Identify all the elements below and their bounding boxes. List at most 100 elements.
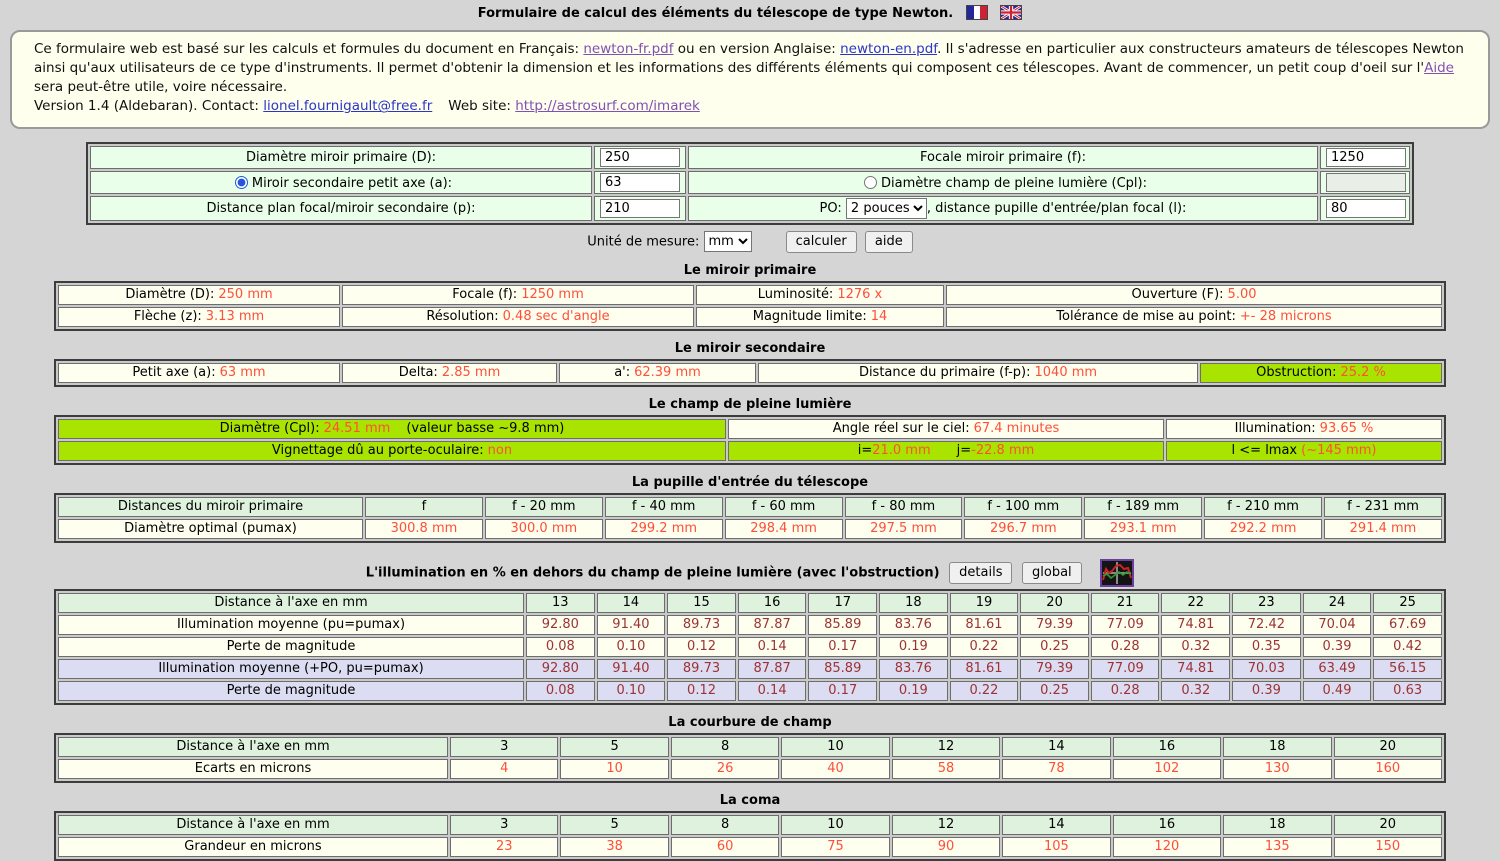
- value-cell: 293.1 mm: [1084, 518, 1203, 539]
- distance-plan-focal-input[interactable]: [600, 198, 680, 218]
- header-cell: 17: [808, 592, 878, 613]
- coma-heading: La coma: [719, 792, 781, 808]
- aide-button[interactable]: aide: [864, 230, 913, 253]
- champ-row-1: Diamètre (Cpl): 24.51 mm (valeur basse ~9.…: [58, 418, 1442, 439]
- newton-en-pdf-link[interactable]: newton-en.pdf: [840, 41, 937, 57]
- value-cell: 56.15: [1373, 658, 1442, 679]
- value-cell: 60: [670, 836, 780, 857]
- form-row-1: Diamètre miroir primaire (D): Focale mir…: [90, 145, 1410, 169]
- cell-value: 3.13 mm: [205, 309, 265, 325]
- value-cell: 160: [1333, 758, 1442, 779]
- header-cell: 20: [1333, 736, 1442, 757]
- header-cell: 16: [1112, 736, 1222, 757]
- contact-email-link[interactable]: lionel.fournigault@free.fr: [263, 98, 432, 114]
- illumination-graph-icon[interactable]: [1100, 558, 1135, 587]
- header-cell: 10: [781, 736, 890, 757]
- value-cell: 0.32: [1161, 680, 1231, 701]
- value-cell: 0.22: [949, 680, 1019, 701]
- uk-flag-icon: [1000, 4, 1022, 21]
- secondaire-table: Petit axe (a): 63 mm Delta: 2.85 mm a': 62.…: [54, 358, 1446, 387]
- value-cell: 120: [1112, 836, 1222, 857]
- value-cell: 0.25: [1020, 636, 1089, 657]
- header-cell: f - 100 mm: [964, 496, 1083, 517]
- result-cell-cpl: Diamètre (Cpl): 24.51 mm (valeur basse ~9.…: [58, 418, 726, 439]
- cell-label: Magnitude limite:: [752, 309, 867, 325]
- cell-label: i=: [857, 443, 873, 459]
- cell-value: -22.8 mm: [971, 443, 1035, 459]
- aide-link[interactable]: Aide: [1424, 60, 1454, 76]
- secondaire-petit-axe-label: Miroir secondaire petit axe (a):: [90, 170, 592, 194]
- global-button[interactable]: global: [1022, 561, 1082, 584]
- intro-box: Ce formulaire web est basé sur les calcu…: [10, 30, 1490, 129]
- page-title: Formulaire de calcul des éléments du tél…: [0, 0, 1500, 21]
- focale-primaire-input[interactable]: [1326, 147, 1406, 167]
- cell-label: Focale (f):: [452, 287, 518, 303]
- value-cell: 74.81: [1161, 614, 1231, 635]
- header-cell: 18: [879, 592, 948, 613]
- cell-label: Angle réel sur le ciel:: [832, 421, 970, 437]
- result-cell-petit-axe: Petit axe (a): 63 mm: [58, 362, 340, 383]
- value-cell: 291.4 mm: [1324, 518, 1442, 539]
- value-cell: 92.80: [526, 614, 595, 635]
- value-cell: 70.03: [1232, 658, 1301, 679]
- value-cell: 26: [670, 758, 780, 779]
- calculer-button[interactable]: calculer: [785, 230, 857, 253]
- value-cell: 0.14: [737, 680, 807, 701]
- cell-label: Résolution:: [426, 309, 499, 325]
- value-cell: 0.35: [1232, 636, 1301, 657]
- header-cell: f - 60 mm: [724, 496, 843, 517]
- illumination-heading: L'illumination en % en dehors du champ d…: [0, 558, 1500, 587]
- header-cell: 3: [450, 736, 559, 757]
- header-cell: 18: [1223, 736, 1332, 757]
- value-cell: 91.40: [596, 614, 666, 635]
- distance-pupille-input[interactable]: [1326, 198, 1406, 218]
- result-cell-tolerance: Tolérance de mise au point: +- 28 microns: [946, 306, 1442, 327]
- coma-value-row: Grandeur en microns 23 38 60 75 90 105 120 135 1…: [58, 836, 1442, 857]
- petit-axe-radio[interactable]: [234, 176, 248, 190]
- petit-axe-input[interactable]: [600, 172, 680, 192]
- value-cell: 105: [1002, 836, 1111, 857]
- row-label: Distances du miroir primaire: [58, 496, 363, 517]
- header-cell: 15: [667, 592, 736, 613]
- diametre-primaire-input[interactable]: [600, 147, 680, 167]
- uk-flag-link[interactable]: [1000, 4, 1023, 21]
- value-cell: 102: [1112, 758, 1222, 779]
- champ-row-2: Vignettage dû au porte-oculaire: non i=21…: [58, 440, 1442, 461]
- cpl-input[interactable]: [1326, 172, 1406, 192]
- header-cell: 20: [1333, 814, 1442, 835]
- details-button[interactable]: details: [949, 561, 1013, 584]
- cell-label: Diamètre (D):: [125, 287, 215, 303]
- cell-label: Luminosité:: [757, 287, 834, 303]
- header-cell: f - 40 mm: [604, 496, 723, 517]
- result-cell-luminosite: Luminosité: 1276 x: [696, 284, 944, 305]
- unit-select[interactable]: mm: [703, 231, 752, 253]
- intro-text: Ce formulaire web est basé sur les calcu…: [34, 41, 584, 57]
- value-cell: 135: [1223, 836, 1332, 857]
- cell-label: j=: [956, 443, 972, 459]
- coma-table: Distance à l'axe en mm 3 5 8 10 12 14 16 18 20 G…: [54, 810, 1446, 861]
- value-cell: 90: [891, 836, 1001, 857]
- page-title-text: Formulaire de calcul des éléments du tél…: [477, 6, 954, 21]
- po-select[interactable]: 2 pouces: [845, 197, 927, 219]
- value-cell: 92.80: [526, 658, 595, 679]
- french-flag-link[interactable]: [965, 5, 988, 20]
- cpl-radio[interactable]: [864, 176, 878, 190]
- header-cell: 16: [737, 592, 807, 613]
- primaire-row-1: Diamètre (D): 250 mm Focale (f): 1250 mm L…: [58, 284, 1442, 305]
- value-cell: 0.12: [667, 636, 736, 657]
- cell-label: Tolérance de mise au point:: [1056, 309, 1236, 325]
- newton-fr-pdf-link[interactable]: newton-fr.pdf: [583, 41, 673, 57]
- value-cell: 298.4 mm: [724, 518, 843, 539]
- value-cell: 10: [560, 758, 669, 779]
- value-cell: 297.5 mm: [844, 518, 963, 539]
- cell-value: 2.85 mm: [441, 365, 501, 381]
- value-cell: 75: [781, 836, 890, 857]
- illumination-row-perte: Perte de magnitude 0.08 0.10 0.12 0.14 0.17 0…: [58, 636, 1442, 657]
- web-site-link[interactable]: http://astrosurf.com/imarek: [515, 98, 700, 114]
- header-cell: 10: [781, 814, 890, 835]
- result-cell-vignettage: Vignettage dû au porte-oculaire: non: [58, 440, 726, 461]
- value-cell: 77.09: [1090, 614, 1160, 635]
- value-cell: 300.0 mm: [484, 518, 603, 539]
- label-text: Diamètre miroir primaire (D):: [245, 149, 437, 165]
- value-cell: 0.08: [526, 680, 595, 701]
